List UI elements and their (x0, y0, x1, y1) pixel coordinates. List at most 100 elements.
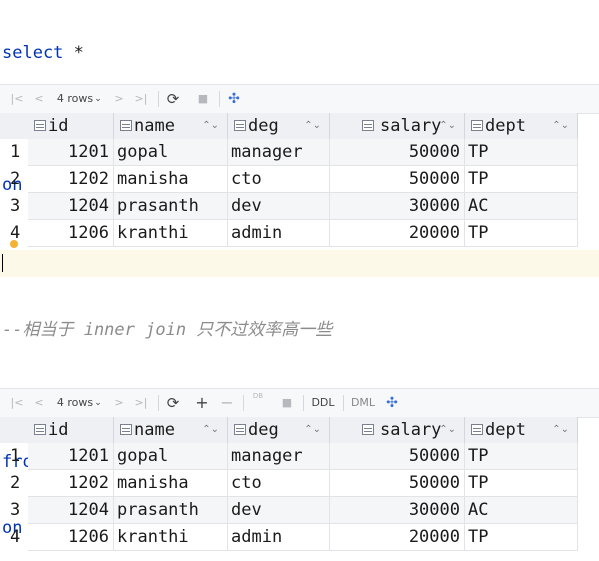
sort-icon[interactable]: ⌃⌄ (439, 417, 456, 443)
cell-dept[interactable]: TP (465, 139, 578, 166)
row-number[interactable]: 4 (0, 524, 28, 551)
column-header-dept[interactable]: dept ⌃⌄ (465, 113, 578, 139)
next-page-button[interactable]: > (112, 389, 126, 417)
cell-id[interactable]: 1201 (28, 139, 114, 166)
cell-salary[interactable]: 20000 (330, 524, 465, 551)
last-page-button[interactable]: >| (132, 389, 150, 417)
cell-id[interactable]: 1206 (28, 524, 114, 551)
chevron-down-icon[interactable]: ⌄ (93, 389, 103, 417)
pin-tab-icon[interactable]: ✣ (225, 85, 243, 113)
pin-tab-icon[interactable]: ✣ (383, 389, 401, 417)
row-number[interactable]: 1 (0, 139, 28, 166)
cell-deg[interactable]: dev (228, 193, 330, 220)
cell-id[interactable]: 1204 (28, 497, 114, 524)
cell-id[interactable]: 1201 (28, 443, 114, 470)
sort-icon[interactable]: ⌃⌄ (304, 417, 321, 443)
dml-button[interactable]: DML (349, 389, 377, 417)
sort-icon[interactable]: ⌃⌄ (552, 417, 569, 443)
cell-deg[interactable]: cto (228, 166, 330, 193)
column-header-deg[interactable]: deg ⌃⌄ (228, 417, 330, 443)
next-page-button[interactable]: > (112, 85, 126, 113)
row-count-label[interactable]: 4 rows (55, 389, 95, 417)
cell-dept[interactable]: TP (465, 470, 578, 497)
row-number[interactable]: 2 (0, 470, 28, 497)
column-header-name[interactable]: name ⌃⌄ (114, 113, 228, 139)
cell-id[interactable]: 1202 (28, 470, 114, 497)
code-line[interactable]: select * (0, 40, 599, 66)
column-header-salary[interactable]: salary ⌃⌄ (330, 113, 465, 139)
prev-page-button[interactable]: < (32, 389, 46, 417)
cell-salary[interactable]: 30000 (330, 193, 465, 220)
table-row[interactable]: 3 1204 prasanth dev 30000 AC (0, 497, 599, 524)
cell-dept[interactable]: AC (465, 193, 578, 220)
cell-name[interactable]: kranthi (114, 220, 228, 247)
cell-deg[interactable]: dev (228, 497, 330, 524)
cell-salary[interactable]: 50000 (330, 443, 465, 470)
column-header-deg[interactable]: deg ⌃⌄ (228, 113, 330, 139)
column-header-salary[interactable]: salary ⌃⌄ (330, 417, 465, 443)
stop-icon[interactable]: ■ (194, 85, 212, 113)
row-number[interactable]: 3 (0, 193, 28, 220)
table-row[interactable]: 2 1202 manisha cto 50000 TP (0, 470, 599, 497)
table-row[interactable]: 2 1202 manisha cto 50000 TP (0, 166, 599, 193)
cell-deg[interactable]: cto (228, 470, 330, 497)
sort-icon[interactable]: ⌃⌄ (439, 113, 456, 139)
remove-row-icon[interactable]: − (218, 389, 236, 417)
cell-salary[interactable]: 50000 (330, 139, 465, 166)
table-row[interactable]: 1 1201 gopal manager 50000 TP (0, 139, 599, 166)
cell-deg[interactable]: manager (228, 139, 330, 166)
column-header-id[interactable]: id (28, 113, 114, 139)
cell-name[interactable]: prasanth (114, 497, 228, 524)
sort-icon[interactable]: ⌃⌄ (304, 113, 321, 139)
db-submit-icon[interactable]: DB (250, 391, 266, 419)
cell-name[interactable]: manisha (114, 470, 228, 497)
code-line[interactable]: --相当于 inner join 只不过效率高一些 (0, 317, 599, 343)
cell-dept[interactable]: TP (465, 524, 578, 551)
lightbulb-icon[interactable] (10, 240, 18, 248)
first-page-button[interactable]: |< (8, 389, 26, 417)
cell-id[interactable]: 1204 (28, 193, 114, 220)
cell-salary[interactable]: 50000 (330, 166, 465, 193)
cell-id[interactable]: 1206 (28, 220, 114, 247)
cell-deg[interactable]: admin (228, 524, 330, 551)
cell-dept[interactable]: AC (465, 497, 578, 524)
cell-dept[interactable]: TP (465, 166, 578, 193)
current-line-highlight[interactable] (0, 250, 599, 277)
add-row-icon[interactable]: + (193, 389, 211, 417)
stop-icon[interactable]: ■ (278, 389, 296, 417)
cell-name[interactable]: kranthi (114, 524, 228, 551)
sort-icon[interactable]: ⌃⌄ (202, 113, 219, 139)
table-row[interactable]: 4 1206 kranthi admin 20000 TP (0, 524, 599, 551)
cell-deg[interactable]: manager (228, 443, 330, 470)
cell-name[interactable]: gopal (114, 443, 228, 470)
cell-name[interactable]: prasanth (114, 193, 228, 220)
chevron-down-icon[interactable]: ⌄ (93, 85, 103, 113)
cell-salary[interactable]: 20000 (330, 220, 465, 247)
table-row[interactable]: 4 1206 kranthi admin 20000 TP (0, 220, 599, 247)
sort-icon[interactable]: ⌃⌄ (552, 113, 569, 139)
row-count-label[interactable]: 4 rows (55, 85, 95, 113)
ddl-button[interactable]: DDL (310, 389, 336, 417)
cell-deg[interactable]: admin (228, 220, 330, 247)
cell-name[interactable]: manisha (114, 166, 228, 193)
sort-icon[interactable]: ⌃⌄ (202, 417, 219, 443)
table-row[interactable]: 1 1201 gopal manager 50000 TP (0, 443, 599, 470)
first-page-button[interactable]: |< (8, 85, 26, 113)
cell-salary[interactable]: 30000 (330, 497, 465, 524)
row-number[interactable]: 2 (0, 166, 28, 193)
refresh-icon[interactable]: ⟳ (164, 389, 182, 417)
cell-name[interactable]: gopal (114, 139, 228, 166)
row-number[interactable]: 1 (0, 443, 28, 470)
cell-dept[interactable]: TP (465, 443, 578, 470)
table-row[interactable]: 3 1204 prasanth dev 30000 AC (0, 193, 599, 220)
cell-salary[interactable]: 50000 (330, 470, 465, 497)
last-page-button[interactable]: >| (132, 85, 150, 113)
column-header-name[interactable]: name ⌃⌄ (114, 417, 228, 443)
refresh-icon[interactable]: ⟳ (164, 85, 182, 113)
column-header-id[interactable]: id (28, 417, 114, 443)
row-number[interactable]: 3 (0, 497, 28, 524)
cell-id[interactable]: 1202 (28, 166, 114, 193)
cell-dept[interactable]: TP (465, 220, 578, 247)
prev-page-button[interactable]: < (32, 85, 46, 113)
column-header-dept[interactable]: dept ⌃⌄ (465, 417, 578, 443)
